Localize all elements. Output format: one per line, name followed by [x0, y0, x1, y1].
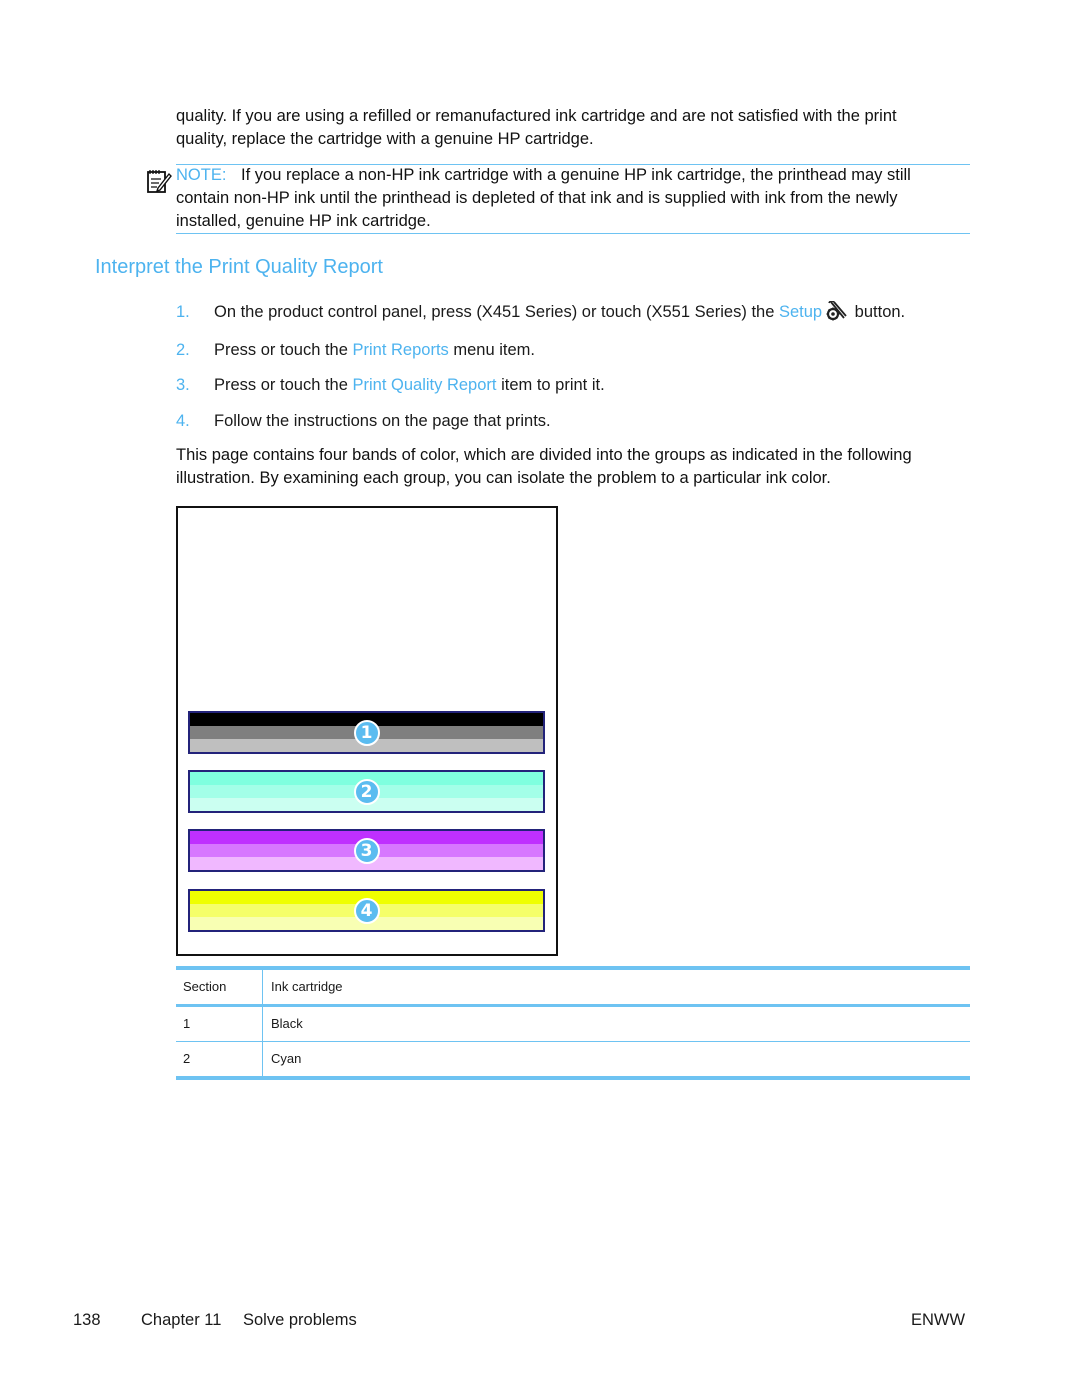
description-paragraph: This page contains four bands of color, …: [176, 444, 976, 490]
color-band-magenta: 3: [188, 829, 545, 872]
note-label: NOTE:: [176, 166, 227, 184]
color-band-yellow: 4: [188, 889, 545, 932]
step-text-end: item to print it.: [496, 376, 605, 394]
cell-ink-cartridge: Black: [271, 1016, 303, 1031]
description-line-1: This page contains four bands of color, …: [176, 446, 912, 464]
description-line-2: illustration. By examining each group, y…: [176, 469, 831, 487]
header-section: Section: [176, 970, 263, 1004]
band-number-badge: 3: [353, 837, 380, 864]
footer-locale: ENWW: [911, 1311, 966, 1329]
color-band-cyan: 2: [188, 770, 545, 813]
step-number: 3.: [176, 376, 190, 394]
band-number-badge: 1: [353, 719, 380, 746]
header-ink-cartridge: Ink cartridge: [271, 979, 343, 994]
note-pencil-icon: [146, 168, 172, 194]
color-band-black: 1: [188, 711, 545, 754]
step-number: 4.: [176, 412, 190, 430]
footer-chapter-title: Solve problems: [243, 1311, 357, 1329]
band-number-badge: 4: [353, 897, 380, 924]
print-quality-report-illustration: 1 2 3 4: [176, 506, 558, 956]
print-reports-link[interactable]: Print Reports: [353, 341, 449, 359]
section-ink-table: Section Ink cartridge 1 Black 2 Cyan: [176, 966, 970, 1080]
cell-ink-cartridge: Cyan: [271, 1051, 302, 1066]
print-quality-report-link[interactable]: Print Quality Report: [353, 376, 497, 394]
note-bottom-rule: [176, 233, 970, 234]
footer-chapter: Chapter 11: [141, 1311, 222, 1329]
step-text: Follow the instructions on the page that…: [214, 412, 551, 430]
cell-section: 1: [176, 1007, 263, 1041]
band-number-badge: 2: [353, 778, 380, 805]
intro-paragraph: quality. If you are using a refilled or …: [176, 105, 976, 151]
section-heading: Interpret the Print Quality Report: [95, 256, 383, 278]
step-text-end: button.: [850, 303, 906, 321]
step-text: On the product control panel, press (X45…: [214, 303, 779, 321]
step-text-end: menu item.: [448, 341, 535, 359]
table-header-row: Section Ink cartridge: [176, 970, 970, 1004]
note-line-1: If you replace a non-HP ink cartridge wi…: [241, 166, 911, 184]
table-bottom-rule: [176, 1076, 970, 1080]
intro-line-2: quality, replace the cartridge with a ge…: [176, 130, 594, 148]
setup-wrench-icon: [825, 300, 847, 321]
note-line-2: contain non-HP ink until the printhead i…: [176, 189, 898, 207]
step-number: 1.: [176, 303, 190, 321]
step-number: 2.: [176, 341, 190, 359]
intro-line-1: quality. If you are using a refilled or …: [176, 107, 897, 125]
table-row: 1 Black: [176, 1007, 970, 1041]
note-text: NOTE: If you replace a non-HP ink cartri…: [176, 164, 976, 233]
cell-section: 2: [176, 1042, 263, 1076]
setup-link[interactable]: Setup: [779, 303, 822, 321]
page-number: 138: [73, 1311, 101, 1329]
note-line-3: installed, genuine HP ink cartridge.: [176, 212, 431, 230]
step-text: Press or touch the: [214, 341, 353, 359]
table-row: 2 Cyan: [176, 1042, 970, 1076]
step-text: Press or touch the: [214, 376, 353, 394]
